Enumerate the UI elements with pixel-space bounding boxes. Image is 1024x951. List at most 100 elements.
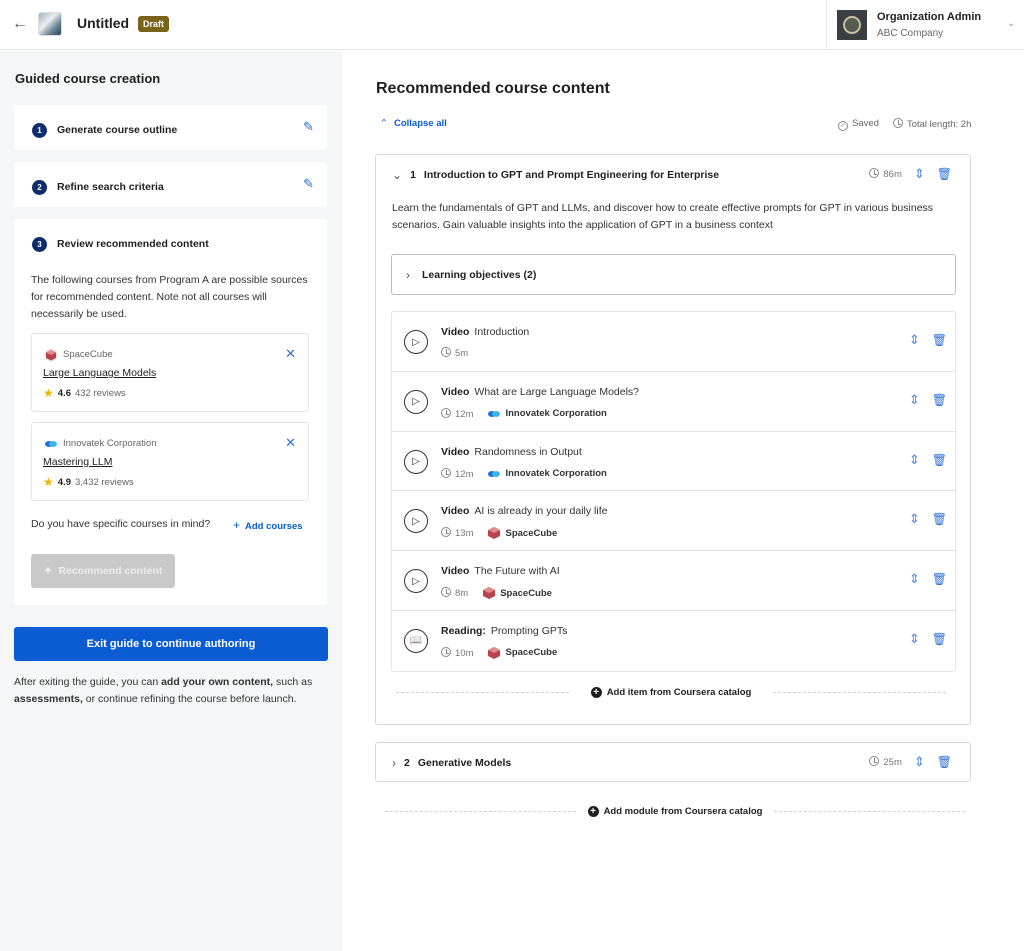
plus-circle-icon: + bbox=[587, 806, 599, 817]
course-title-link[interactable]: Mastering LLM bbox=[43, 456, 112, 468]
saved-label: Saved bbox=[852, 118, 879, 129]
innovatek-logo-icon bbox=[488, 470, 501, 477]
item-meta: 5m bbox=[441, 347, 468, 359]
item-type: Video bbox=[441, 385, 470, 398]
chevron-right-icon: › bbox=[392, 756, 396, 770]
recommend-label: Recommend content bbox=[58, 565, 163, 577]
reorder-icon[interactable]: ⇕ bbox=[909, 392, 920, 408]
play-icon: ▷ bbox=[404, 389, 428, 414]
step-review-content: 3 Review recommended content The followi… bbox=[14, 219, 327, 605]
book-open-icon: 📖 bbox=[404, 628, 428, 653]
reorder-icon[interactable]: ⇕ bbox=[914, 754, 925, 770]
item-duration: 8m bbox=[441, 587, 468, 599]
add-courses-button[interactable]: + Add courses bbox=[233, 518, 303, 532]
clock-icon bbox=[892, 118, 903, 128]
reorder-icon[interactable]: ⇕ bbox=[909, 511, 920, 527]
trash-icon[interactable]: 🗑 bbox=[932, 453, 947, 467]
item-title-row: Video AI is already in your daily life bbox=[441, 505, 607, 517]
item-actions: ⇕ 🗑 bbox=[909, 511, 947, 527]
trash-icon[interactable]: 🗑 bbox=[932, 632, 947, 646]
item-title-row: Video What are Large Language Models? bbox=[441, 386, 639, 398]
arrow-left-icon[interactable]: ← bbox=[12, 16, 28, 32]
duration-label: 5m bbox=[455, 348, 469, 359]
learning-objectives-toggle[interactable]: › Learning objectives (2) bbox=[391, 254, 956, 295]
clock-icon bbox=[441, 587, 451, 598]
recommend-content-button[interactable]: ✦ Recommend content bbox=[31, 554, 175, 588]
duration-label: 8m bbox=[455, 588, 469, 600]
module-header[interactable]: › 2 Generative Models bbox=[392, 756, 511, 770]
module-meta: 25m ⇕ 🗑 bbox=[869, 754, 952, 770]
provider-name: Innovatek Corporation bbox=[505, 408, 607, 420]
item-title: The Future with AI bbox=[474, 565, 560, 578]
list-item: ▷ Video What are Large Language Models? 1… bbox=[392, 372, 955, 432]
reorder-icon[interactable]: ⇕ bbox=[909, 452, 920, 468]
module-description: Learn the fundamentals of GPT and LLMs, … bbox=[392, 202, 934, 231]
innovatek-logo-icon bbox=[488, 410, 501, 417]
close-icon[interactable]: ✕ bbox=[285, 435, 296, 451]
trash-icon[interactable]: 🗑 bbox=[932, 512, 947, 526]
learning-objectives-label-row: › Learning objectives (2) bbox=[406, 268, 536, 282]
reorder-icon[interactable]: ⇕ bbox=[914, 166, 925, 182]
divider bbox=[396, 692, 569, 693]
module-title: Introduction to GPT and Prompt Engineeri… bbox=[423, 169, 720, 181]
step-number: 1 bbox=[32, 123, 47, 138]
course-provider: SpaceCube bbox=[63, 349, 113, 360]
reorder-icon[interactable]: ⇕ bbox=[909, 631, 920, 647]
course-provider: Innovatek Corporation bbox=[63, 438, 157, 449]
note-bold: assessments, bbox=[14, 693, 83, 705]
sidebar-title: Guided course creation bbox=[15, 71, 161, 86]
module-number: 1 bbox=[410, 169, 416, 181]
item-type: Reading: bbox=[441, 624, 486, 637]
module-duration: 86m bbox=[869, 168, 902, 180]
trash-icon[interactable]: 🗑 bbox=[932, 393, 947, 407]
item-provider: SpaceCube bbox=[487, 526, 557, 540]
provider-name: SpaceCube bbox=[505, 527, 558, 539]
item-meta: 13m SpaceCube bbox=[441, 526, 557, 540]
reorder-icon[interactable]: ⇕ bbox=[909, 571, 920, 587]
org-company: ABC Company bbox=[877, 28, 944, 39]
add-item-button[interactable]: + Add item from Coursera catalog bbox=[577, 687, 766, 698]
clock-icon bbox=[869, 756, 880, 766]
plus-circle-icon: + bbox=[590, 687, 602, 698]
trash-icon[interactable]: 🗑 bbox=[937, 167, 952, 181]
step-label: Generate course outline bbox=[57, 124, 178, 136]
collapse-label: Collapse all bbox=[393, 118, 447, 129]
duration-label: 13m bbox=[455, 528, 474, 540]
trash-icon[interactable]: 🗑 bbox=[937, 755, 952, 769]
add-module-row: + Add module from Coursera catalog bbox=[385, 806, 966, 817]
step-label: Review recommended content bbox=[57, 238, 209, 250]
reorder-icon[interactable]: ⇕ bbox=[909, 332, 920, 348]
item-actions: ⇕ 🗑 bbox=[909, 332, 947, 348]
chevron-up-icon: ⌃ bbox=[380, 118, 388, 129]
provider-name: SpaceCube bbox=[500, 587, 552, 599]
pencil-icon[interactable]: ✎ bbox=[303, 119, 317, 134]
collapse-all-button[interactable]: ⌃ Collapse all bbox=[380, 118, 447, 129]
spacecube-logo-icon bbox=[44, 348, 58, 362]
org-switcher[interactable]: Organization Admin ABC Company ⌄ bbox=[826, 0, 1024, 50]
divider bbox=[773, 692, 947, 693]
course-thumbnail bbox=[38, 12, 62, 36]
item-provider: SpaceCube bbox=[487, 646, 557, 660]
exit-guide-button[interactable]: Exit guide to continue authoring bbox=[14, 627, 328, 661]
add-module-button[interactable]: + Add module from Coursera catalog bbox=[584, 806, 767, 817]
status-badge: Draft bbox=[138, 16, 170, 32]
review-count: 432 reviews bbox=[74, 387, 126, 399]
trash-icon[interactable]: 🗑 bbox=[932, 572, 947, 586]
trash-icon[interactable]: 🗑 bbox=[932, 333, 947, 347]
duration-label: 86m bbox=[883, 169, 902, 180]
total-length: Total length: 2h bbox=[892, 118, 971, 131]
item-title: AI is already in your daily life bbox=[474, 505, 608, 518]
item-provider: Innovatek Corporation bbox=[487, 467, 607, 481]
review-count: 3,432 reviews bbox=[74, 476, 134, 488]
step-number: 2 bbox=[32, 180, 47, 195]
course-title-link[interactable]: Large Language Models bbox=[43, 367, 156, 379]
close-icon[interactable]: ✕ bbox=[285, 346, 296, 362]
module-number: 2 bbox=[404, 757, 410, 769]
item-title: Introduction bbox=[474, 326, 530, 338]
item-title: What are Large Language Models? bbox=[474, 385, 640, 398]
module-header[interactable]: ⌄ 1 Introduction to GPT and Prompt Engin… bbox=[392, 168, 719, 182]
sparkle-icon: ✦ bbox=[43, 565, 53, 577]
pencil-icon[interactable]: ✎ bbox=[303, 176, 317, 191]
item-meta: 12m Innovatek Corporation bbox=[441, 407, 607, 421]
item-actions: ⇕ 🗑 bbox=[909, 571, 947, 587]
